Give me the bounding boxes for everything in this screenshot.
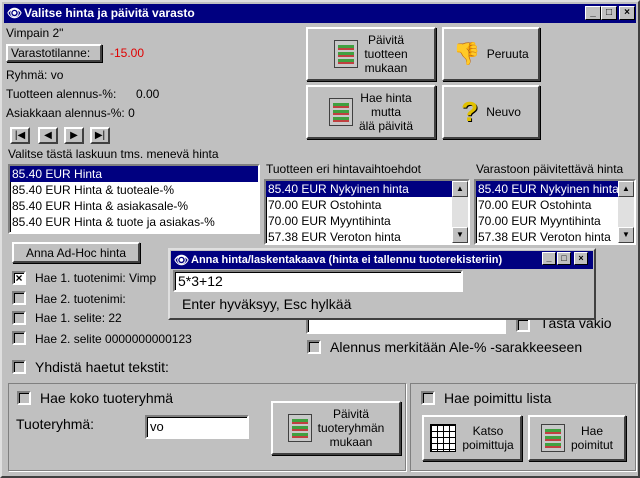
group-value: vo xyxy=(50,68,64,82)
list-item[interactable]: 85.40 EUR Nykyinen hinta xyxy=(266,181,452,197)
combine-label: Yhdistä haetut tekstit: xyxy=(35,359,169,375)
eye-icon: 👁 xyxy=(7,6,23,20)
dialog-maximize-button[interactable]: □ xyxy=(557,252,571,265)
search-opt-3-label: Hae 1. selite: 22 xyxy=(35,311,122,325)
customer-discount-value: 0 xyxy=(128,106,135,120)
calculator-icon xyxy=(540,424,565,452)
stock-price-list[interactable]: 85.40 EUR Nykyinen hinta 70.00 EUR Ostoh… xyxy=(474,179,636,245)
list-item[interactable]: 57.38 EUR Veroton hinta xyxy=(476,229,634,243)
next-record-button[interactable]: ▶ xyxy=(64,127,84,144)
cancel-label: Peruuta xyxy=(486,47,529,61)
scroll-up-icon[interactable]: ▲ xyxy=(618,181,634,197)
fetch-picked-checkbox[interactable] xyxy=(421,391,435,405)
list-item[interactable]: 57.38 EUR Veroton hinta xyxy=(266,229,468,243)
grid-icon xyxy=(430,424,457,452)
fetch-picked-label-btn: Hae poimitut xyxy=(570,424,614,452)
search-opt-4-label: Hae 2. selite 0000000000123 xyxy=(35,332,192,346)
close-button[interactable]: × xyxy=(619,6,635,20)
maximize-button[interactable]: □ xyxy=(601,6,617,20)
list-item[interactable]: 85.40 EUR Hinta & tuote ja asiakas-% xyxy=(10,214,258,230)
stock-list-label: Varastoon päivitettävä hinta xyxy=(476,162,624,176)
list-item[interactable]: 85.40 EUR Nykyinen hinta xyxy=(476,181,619,197)
search-opt-3-checkbox[interactable] xyxy=(12,311,26,325)
update-product-button[interactable]: Päivitä tuotteen mukaan xyxy=(306,27,436,81)
main-window: 👁 Valitse hinta ja päivitä varasto _ □ ×… xyxy=(0,0,640,478)
scrollbar[interactable]: ▲ ▼ xyxy=(452,181,468,243)
first-record-button[interactable]: |◀ xyxy=(10,127,30,144)
fetch-group-label: Hae koko tuoteryhmä xyxy=(40,390,174,406)
stock-button[interactable]: Varastotilanne: xyxy=(6,44,102,62)
update-group-label: Päivitä tuoteryhmän mukaan xyxy=(317,407,385,449)
product-group-label: Tuoteryhmä: xyxy=(16,416,95,432)
list-item[interactable]: 70.00 EUR Myyntihinta xyxy=(266,213,468,229)
calculator-icon xyxy=(334,40,359,68)
eye-icon: 👁 xyxy=(174,253,190,267)
fetch-picked-button[interactable]: Hae poimitut xyxy=(528,415,626,461)
product-group-input[interactable]: vo xyxy=(145,415,249,439)
dialog-title: Anna hinta/laskentakaava (hinta ei talle… xyxy=(191,254,503,266)
search-opt-1-checkbox[interactable]: × xyxy=(12,271,26,285)
view-picked-button[interactable]: Katso poimittuja xyxy=(422,415,522,461)
list-item[interactable]: 85.40 EUR Hinta & tuoteale-% xyxy=(10,182,258,198)
prev-record-button[interactable]: ◀ xyxy=(38,127,58,144)
combine-checkbox[interactable] xyxy=(12,360,26,374)
search-opt-1-label: Hae 1. tuotenimi: Vimp xyxy=(35,271,157,285)
ale-checkbox[interactable] xyxy=(307,340,321,354)
adhoc-price-button[interactable]: Anna Ad-Hoc hinta xyxy=(12,242,140,263)
group-label: Ryhmä: vo xyxy=(6,68,64,82)
title-bar: 👁 Valitse hinta ja päivitä varasto xyxy=(4,4,636,23)
dialog-close-button[interactable]: × xyxy=(574,252,588,265)
alt-list-label: Tuotteen eri hintavaihtoehdot xyxy=(266,162,421,176)
dialog-minimize-button[interactable]: _ xyxy=(542,252,556,265)
minimize-button[interactable]: _ xyxy=(585,6,601,20)
scroll-down-icon[interactable]: ▼ xyxy=(452,227,468,243)
list-item[interactable]: 70.00 EUR Ostohinta xyxy=(266,197,468,213)
product-name: Vimpain 2" xyxy=(6,26,64,40)
dialog-title-bar: 👁 Anna hinta/laskentakaava (hinta ei tal… xyxy=(171,251,593,269)
scroll-down-icon[interactable]: ▼ xyxy=(618,227,634,243)
fetch-group-checkbox[interactable] xyxy=(17,391,31,405)
list-item[interactable]: 85.40 EUR Hinta xyxy=(10,166,258,182)
update-group-button[interactable]: Päivitä tuoteryhmän mukaan xyxy=(271,401,401,455)
last-record-button[interactable]: ▶| xyxy=(90,127,110,144)
calculator-icon xyxy=(287,414,312,442)
product-discount-value: 0.00 xyxy=(136,87,160,101)
thumbs-down-icon: 👎 xyxy=(453,41,481,66)
question-icon: ? xyxy=(461,96,479,127)
fetch-price-label: Hae hinta mutta älä päivitä xyxy=(358,91,414,133)
view-picked-label: Katso poimittuja xyxy=(462,424,514,452)
formula-input[interactable]: 5*3+12 xyxy=(173,270,463,292)
dialog-hint: Enter hyväksyy, Esc hylkää xyxy=(182,296,352,312)
list-item[interactable]: 70.00 EUR Myyntihinta xyxy=(476,213,634,229)
price-list-label: Valitse tästä laskuun tms. menevä hinta xyxy=(8,147,219,161)
advice-label: Neuvo xyxy=(486,105,521,119)
stock-value: -15.00 xyxy=(110,46,145,60)
search-opt-2-label: Hae 2. tuotenimi: xyxy=(35,292,126,306)
customer-discount-label: Asiakkaan alennus-%: 0 xyxy=(6,106,135,120)
alt-price-list[interactable]: 85.40 EUR Nykyinen hinta 70.00 EUR Ostoh… xyxy=(264,179,470,245)
search-opt-4-checkbox[interactable] xyxy=(12,331,26,345)
scrollbar[interactable]: ▲ ▼ xyxy=(618,181,634,243)
window-title: Valitse hinta ja päivitä varasto xyxy=(24,6,195,20)
product-discount-label: Tuotteen alennus-%: xyxy=(6,87,117,101)
vakio-checkbox[interactable] xyxy=(516,318,530,332)
advice-button[interactable]: ? Neuvo xyxy=(442,85,540,139)
adhoc-price-dialog: 👁 Anna hinta/laskentakaava (hinta ei tal… xyxy=(168,248,596,320)
ale-label: Alennus merkitään Ale-% -sarakkeeseen xyxy=(330,339,583,355)
update-product-label: Päivitä tuotteen mukaan xyxy=(364,33,408,75)
list-item[interactable]: 85.40 EUR Hinta & asiakasale-% xyxy=(10,198,258,214)
search-opt-2-checkbox[interactable] xyxy=(12,291,26,305)
price-list[interactable]: 85.40 EUR Hinta 85.40 EUR Hinta & tuotea… xyxy=(8,164,260,234)
fetch-price-button[interactable]: Hae hinta mutta älä päivitä xyxy=(306,85,436,139)
fetch-picked-label: Hae poimittu lista xyxy=(444,390,552,406)
calculator-icon xyxy=(328,98,353,126)
scroll-up-icon[interactable]: ▲ xyxy=(452,181,468,197)
cancel-button[interactable]: 👎 Peruuta xyxy=(442,27,540,81)
list-item[interactable]: 70.00 EUR Ostohinta xyxy=(476,197,634,213)
